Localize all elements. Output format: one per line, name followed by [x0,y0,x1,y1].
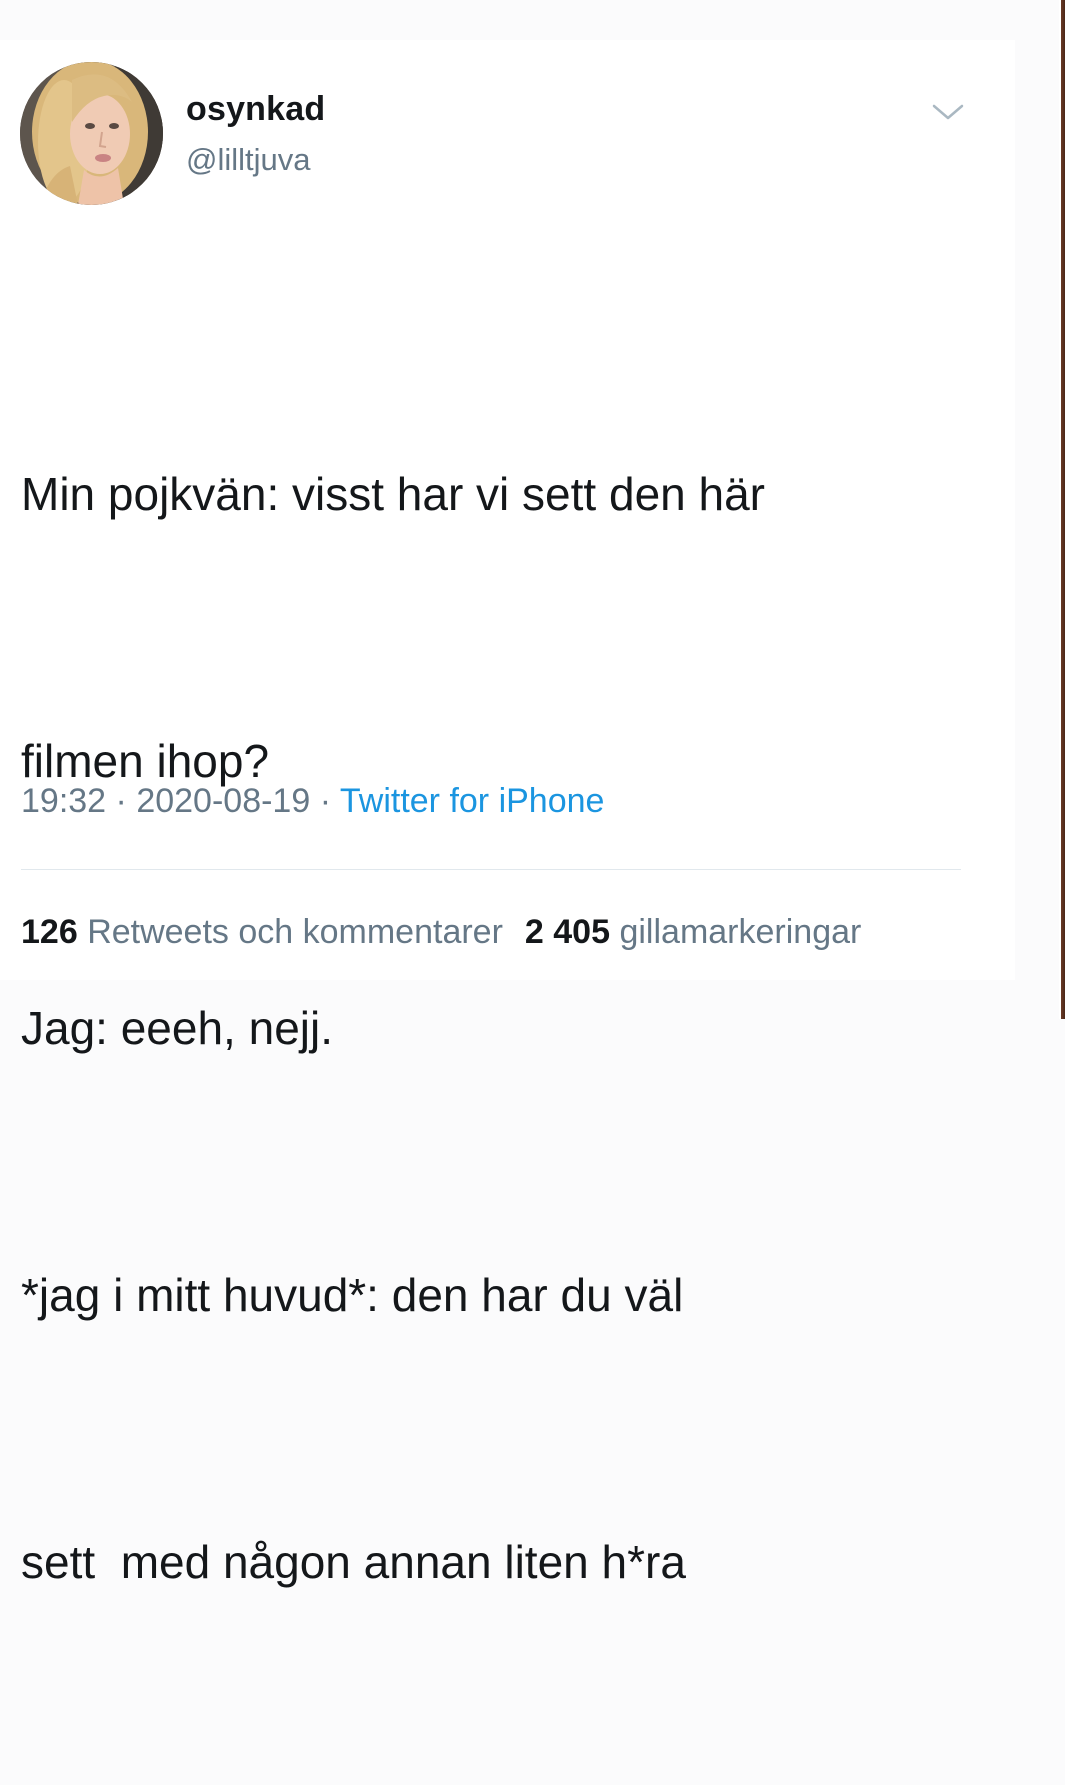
tweet-date[interactable]: 2020-08-19 [136,782,310,820]
tweet-metadata: 19:32 · 2020-08-19 · Twitter for iPhone [21,782,604,821]
likes-label: gillamarkeringar [619,913,862,951]
tweet-text-line: Min pojkvän: visst har vi sett den här [21,468,765,520]
avatar[interactable] [20,62,163,205]
retweets-label: Retweets och kommentarer [87,913,503,951]
divider [21,869,961,870]
likes-stat[interactable]: 2 405 gillamarkeringar [525,913,861,951]
tweet-text-line: sett med någon annan liten h*ra [21,1536,686,1588]
tweet-card: osynkad @lilltjuva Min pojkvän: visst ha… [0,40,1015,1588]
chevron-down-icon[interactable] [926,96,970,126]
avatar-image [20,62,163,205]
display-name[interactable]: osynkad [186,90,325,129]
retweets-stat[interactable]: 126 Retweets och kommentarer [21,913,503,951]
meta-separator: · [319,782,332,820]
tweet-text-line: Jag: eeeh, nejj. [21,1002,334,1054]
frame-edge [1059,0,1065,1019]
tweet-text: Min pojkvän: visst har vi sett den här f… [21,272,1001,1785]
likes-count: 2 405 [524,913,611,951]
tweet-source-link[interactable]: Twitter for iPhone [340,782,605,820]
tweet-text-line: *jag i mitt huvud*: den har du väl [21,1269,684,1321]
tweet-time[interactable]: 19:32 [21,782,106,820]
user-handle[interactable]: @lilltjuva [186,142,311,178]
meta-separator: · [115,782,127,820]
retweets-count: 126 [21,913,78,951]
tweet-stats: 126 Retweets och kommentarer 2 405 gillam… [21,913,1015,952]
